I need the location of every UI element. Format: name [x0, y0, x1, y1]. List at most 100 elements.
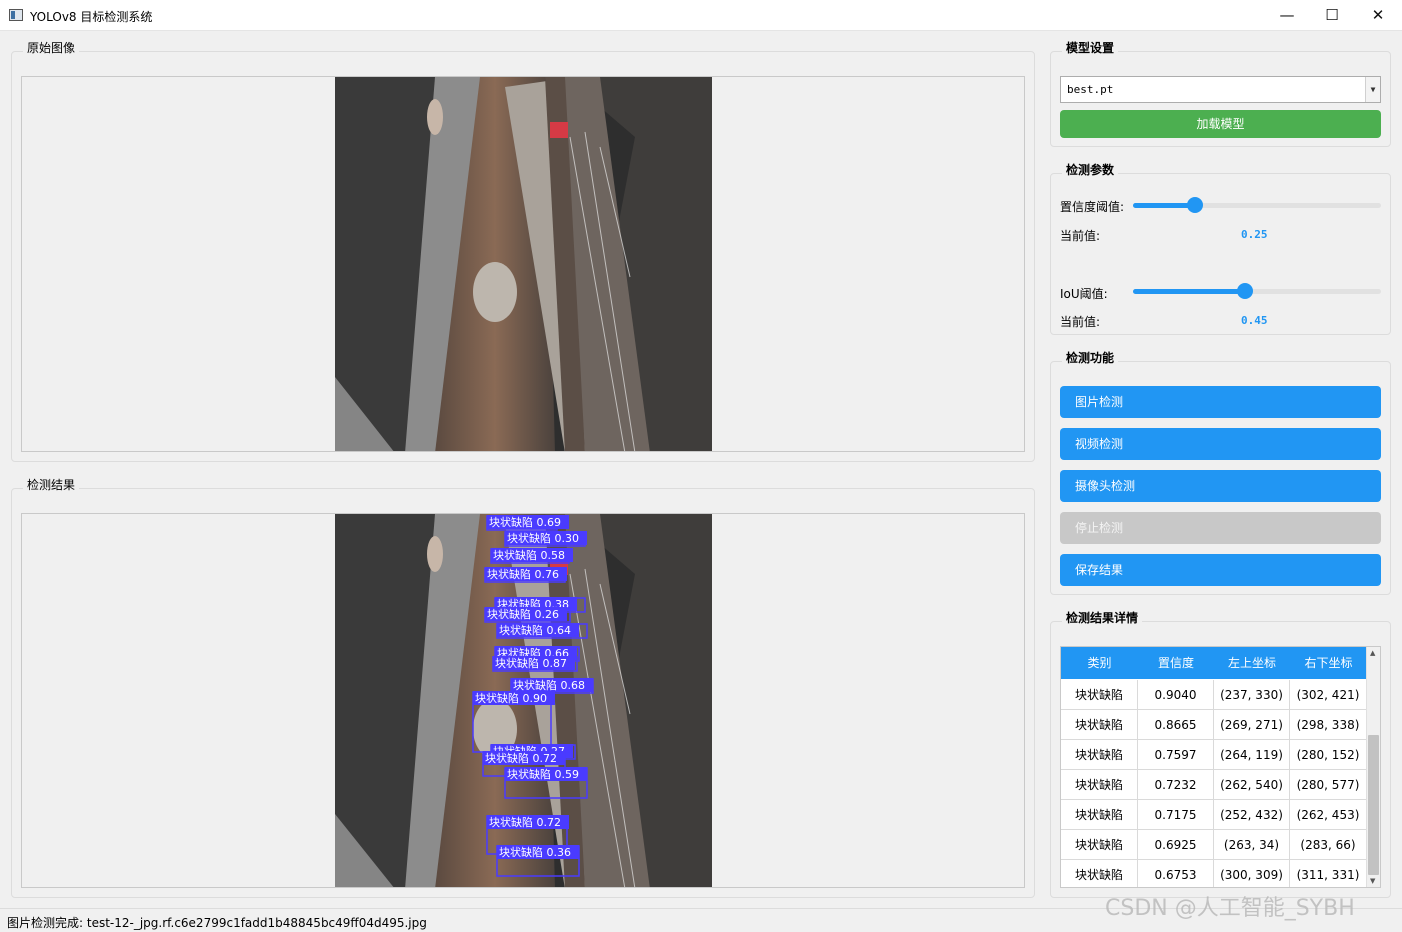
table-row[interactable]: 块状缺陷 0.7175 (252, 432) (262, 453) [1061, 800, 1367, 830]
window-title: YOLOv8 目标检测系统 [30, 10, 153, 24]
table-cell: 0.9040 [1138, 680, 1214, 710]
model-select[interactable]: best.pt ▼ [1060, 76, 1381, 103]
table-cell: 块状缺陷 [1061, 710, 1138, 740]
detection-label: 块状缺陷 0.87 [495, 656, 567, 670]
result-image-title: 检测结果 [23, 476, 80, 493]
column-header[interactable]: 类别 [1061, 647, 1138, 679]
model-settings-title: 模型设置 [1062, 39, 1119, 56]
load-model-button[interactable]: 加载模型 [1060, 110, 1381, 138]
table-row[interactable]: 块状缺陷 0.7597 (264, 119) (280, 152) [1061, 740, 1367, 770]
column-header[interactable]: 左上坐标 [1214, 647, 1290, 679]
image-detect-button[interactable]: 图片检测 [1060, 386, 1381, 418]
table-cell: 块状缺陷 [1061, 860, 1138, 887]
title-bar: YOLOv8 目标检测系统 — ☐ ✕ [0, 0, 1402, 31]
table-scrollbar[interactable]: ▲ ▼ [1366, 647, 1380, 887]
detection-label: 块状缺陷 0.26 [487, 607, 559, 621]
result-image-frame: 块状缺陷 0.69 块状缺陷 0.30 块状缺陷 0.58 块状缺陷 0.76 块状缺陷… [21, 513, 1025, 888]
table-cell: 块状缺陷 [1061, 680, 1138, 710]
iou-slider-handle[interactable] [1236, 283, 1253, 299]
confidence-slider-fill [1133, 203, 1195, 208]
detection-box: 块状缺陷 0.69 [486, 515, 569, 531]
table-cell: (269, 271) [1214, 710, 1290, 740]
detection-label: 块状缺陷 0.30 [507, 531, 579, 545]
detection-functions-title: 检测功能 [1062, 349, 1119, 366]
detection-label: 块状缺陷 0.64 [499, 623, 571, 637]
stop-detect-button[interactable]: 停止检测 [1060, 512, 1381, 544]
scroll-down-icon[interactable]: ▼ [1370, 877, 1375, 885]
iou-slider[interactable] [1133, 283, 1381, 299]
model-select-value: best.pt [1067, 83, 1114, 96]
results-table: 类别 置信度 左上坐标 右下坐标 块状缺陷 0.9040 (237, 330) (30… [1060, 646, 1381, 888]
detection-label: 块状缺陷 0.90 [475, 691, 547, 705]
table-header: 类别 置信度 左上坐标 右下坐标 [1061, 647, 1367, 679]
table-row[interactable]: 块状缺陷 0.6753 (300, 309) (311, 331) [1061, 860, 1367, 887]
table-cell: 0.6753 [1138, 860, 1214, 887]
table-cell: 块状缺陷 [1061, 830, 1138, 860]
table-row[interactable]: 块状缺陷 0.9040 (237, 330) (302, 421) [1061, 680, 1367, 710]
column-header[interactable]: 置信度 [1138, 647, 1214, 679]
original-image-frame [21, 76, 1025, 452]
column-header[interactable]: 右下坐标 [1290, 647, 1367, 679]
table-cell: (280, 577) [1290, 770, 1367, 800]
result-details-title: 检测结果详情 [1062, 609, 1143, 626]
detection-label: 块状缺陷 0.72 [489, 815, 561, 829]
table-cell: (298, 338) [1290, 710, 1367, 740]
video-detect-button[interactable]: 视频检测 [1060, 428, 1381, 460]
table-cell: (252, 432) [1214, 800, 1290, 830]
table-cell: 块状缺陷 [1061, 770, 1138, 800]
iou-slider-fill [1133, 289, 1245, 294]
minimize-button[interactable]: — [1264, 0, 1310, 31]
detection-box: 块状缺陷 0.76 [484, 567, 567, 583]
table-cell: (280, 152) [1290, 740, 1367, 770]
confidence-slider-handle[interactable] [1187, 197, 1203, 213]
table-cell: (237, 330) [1214, 680, 1290, 710]
maximize-button[interactable]: ☐ [1309, 0, 1355, 31]
table-row[interactable]: 块状缺陷 0.7232 (262, 540) (280, 577) [1061, 770, 1367, 800]
table-cell: (302, 421) [1290, 680, 1367, 710]
detection-label: 块状缺陷 0.69 [489, 515, 561, 529]
table-cell: (300, 309) [1214, 860, 1290, 887]
table-cell: 0.7597 [1138, 740, 1214, 770]
detection-label: 块状缺陷 0.68 [513, 678, 585, 692]
status-text: 图片检测完成: test-12-_jpg.rf.c6e2799c1fadd1b4… [7, 916, 427, 930]
save-results-button[interactable]: 保存结果 [1060, 554, 1381, 586]
detection-box: 块状缺陷 0.64 [496, 623, 588, 639]
camera-detect-button[interactable]: 摄像头检测 [1060, 470, 1381, 502]
confidence-current-label: 当前值: [1060, 229, 1101, 243]
iou-label: IoU阈值: [1060, 287, 1108, 301]
table-cell: (283, 66) [1290, 830, 1367, 860]
confidence-current-value: 0.25 [1241, 228, 1268, 241]
watermark: CSDN @人工智能_SYBH [1105, 896, 1355, 921]
detection-label: 块状缺陷 0.76 [487, 567, 559, 581]
table-cell: (262, 453) [1290, 800, 1367, 830]
table-cell: (264, 119) [1214, 740, 1290, 770]
table-cell: 0.8665 [1138, 710, 1214, 740]
table-cell: 块状缺陷 [1061, 740, 1138, 770]
app-icon [9, 9, 23, 21]
confidence-slider[interactable] [1133, 197, 1381, 213]
table-cell: 块状缺陷 [1061, 800, 1138, 830]
table-row[interactable]: 块状缺陷 0.6925 (263, 34) (283, 66) [1061, 830, 1367, 860]
close-button[interactable]: ✕ [1355, 0, 1401, 31]
table-row[interactable]: 块状缺陷 0.8665 (269, 271) (298, 338) [1061, 710, 1367, 740]
table-cell: (263, 34) [1214, 830, 1290, 860]
detection-box: 块状缺陷 0.68 [510, 678, 594, 694]
iou-current-label: 当前值: [1060, 315, 1101, 329]
scroll-up-icon[interactable]: ▲ [1370, 649, 1375, 657]
detection-label: 块状缺陷 0.59 [507, 767, 579, 781]
table-cell: (262, 540) [1214, 770, 1290, 800]
scrollbar-thumb[interactable] [1368, 735, 1379, 875]
result-image-canvas: 块状缺陷 0.69 块状缺陷 0.30 块状缺陷 0.58 块状缺陷 0.76 块状缺陷… [335, 514, 712, 887]
detection-label: 块状缺陷 0.58 [493, 548, 565, 562]
original-image [335, 77, 712, 451]
table-cell: 0.6925 [1138, 830, 1214, 860]
chevron-down-icon[interactable]: ▼ [1365, 77, 1380, 102]
detection-box: 块状缺陷 0.87 [492, 656, 578, 672]
table-cell: 0.7232 [1138, 770, 1214, 800]
detection-box: 块状缺陷 0.30 [504, 531, 587, 547]
detection-label: 块状缺陷 0.72 [485, 751, 557, 765]
detection-label: 块状缺陷 0.36 [499, 845, 571, 859]
table-cell: (311, 331) [1290, 860, 1367, 887]
confidence-label: 置信度阈值: [1060, 200, 1125, 214]
result-image: 块状缺陷 0.69 块状缺陷 0.30 块状缺陷 0.58 块状缺陷 0.76 块状缺陷… [335, 514, 712, 887]
